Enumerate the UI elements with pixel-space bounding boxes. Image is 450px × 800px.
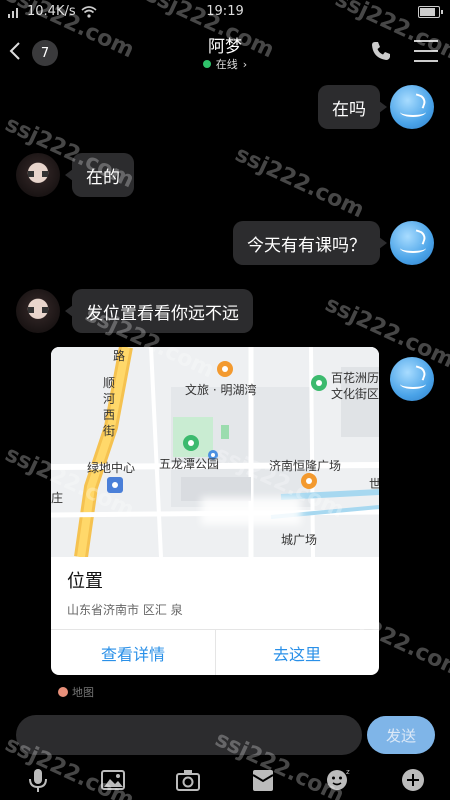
partial-message: 地图 <box>58 686 94 698</box>
map-label-hengl: 济南恒隆广场 <box>269 459 342 473</box>
send-button[interactable]: 发送 <box>367 716 435 754</box>
poi-pin-icon <box>107 477 123 493</box>
my-avatar[interactable] <box>390 221 434 265</box>
my-avatar[interactable] <box>390 85 434 129</box>
poi-pin-icon <box>217 361 233 377</box>
microphone-icon <box>29 769 47 792</box>
poi-pin-icon <box>311 375 327 391</box>
map-label-culture-district: 文化街区 <box>331 387 379 401</box>
chat-header: 7 阿梦 在线 › <box>0 26 450 76</box>
menu-line <box>414 60 438 62</box>
online-dot-icon <box>202 60 211 68</box>
menu-button[interactable] <box>414 40 438 62</box>
image-icon <box>101 770 125 790</box>
contact-avatar[interactable] <box>16 289 60 333</box>
map-label-zhuang: 庄 <box>51 491 64 505</box>
battery-level <box>420 8 435 16</box>
partial-text: 地图 <box>72 686 94 698</box>
navigate-button[interactable]: 去这里 <box>215 630 379 675</box>
message-bubble-received[interactable]: 发位置看看你远不远 <box>65 289 253 333</box>
red-packet-button[interactable] <box>249 766 277 794</box>
poi-pin-icon <box>301 473 317 489</box>
message-input[interactable] <box>16 715 362 755</box>
map-label-road: 路 <box>113 349 126 363</box>
watermark: ssj222.com <box>231 141 368 224</box>
location-card[interactable]: 路 顺河西街 文旅 · 明湖湾 百花洲历 文化街区 五龙潭公园 绿地中心 济南恒… <box>51 347 379 675</box>
chevron-right-icon: › <box>242 57 248 71</box>
svg-text:z: z <box>346 768 350 776</box>
map-label-lvdi: 绿地中心 <box>87 461 136 475</box>
status-bar: 10.4K/s 19:19 <box>0 0 450 26</box>
phone-icon <box>372 42 390 60</box>
map-app-icon <box>58 687 68 697</box>
message-bubble-received[interactable]: 在的 <box>65 153 134 197</box>
view-details-button[interactable]: 查看详情 <box>51 630 215 675</box>
online-status-text: 在线 <box>215 58 238 71</box>
poi-pin-icon <box>183 435 199 451</box>
map-label-edge: 世 <box>369 477 379 491</box>
map-label-square: 城广场 <box>281 533 318 547</box>
map-label-street: 顺河西街 <box>103 376 116 438</box>
emoji-button[interactable]: z <box>324 766 352 794</box>
blurred-region <box>201 497 301 525</box>
map-label-baihuazhou: 百花洲历 <box>331 371 379 385</box>
voice-button[interactable] <box>24 766 52 794</box>
menu-line <box>414 50 438 52</box>
gift-icon <box>252 770 274 791</box>
album-button[interactable] <box>99 766 127 794</box>
menu-line <box>414 40 438 42</box>
emoji-icon: z <box>327 768 350 790</box>
map-label-wenlv: 文旅 · 明湖湾 <box>185 383 257 397</box>
location-address: 山东省济南市 区汇 泉 <box>67 603 183 617</box>
location-title: 位置 <box>67 571 103 592</box>
phone-button[interactable] <box>370 40 394 64</box>
battery-icon <box>418 6 443 18</box>
my-avatar[interactable] <box>390 357 434 401</box>
map-preview[interactable]: 路 顺河西街 文旅 · 明湖湾 百花洲历 文化街区 五龙潭公园 绿地中心 济南恒… <box>51 347 379 557</box>
message-bubble-sent[interactable]: 在吗 <box>318 85 387 129</box>
camera-button[interactable] <box>174 766 202 794</box>
contact-avatar[interactable] <box>16 153 60 197</box>
message-bubble-sent[interactable]: 今天有有课吗？ <box>233 221 387 265</box>
camera-icon <box>176 770 200 791</box>
input-toolbar: z <box>0 762 450 798</box>
clock: 19:19 <box>206 4 244 19</box>
map-label-park: 五龙潭公园 <box>159 457 220 471</box>
map-roads <box>51 347 379 557</box>
plus-icon <box>402 769 424 791</box>
more-button[interactable] <box>399 766 427 794</box>
